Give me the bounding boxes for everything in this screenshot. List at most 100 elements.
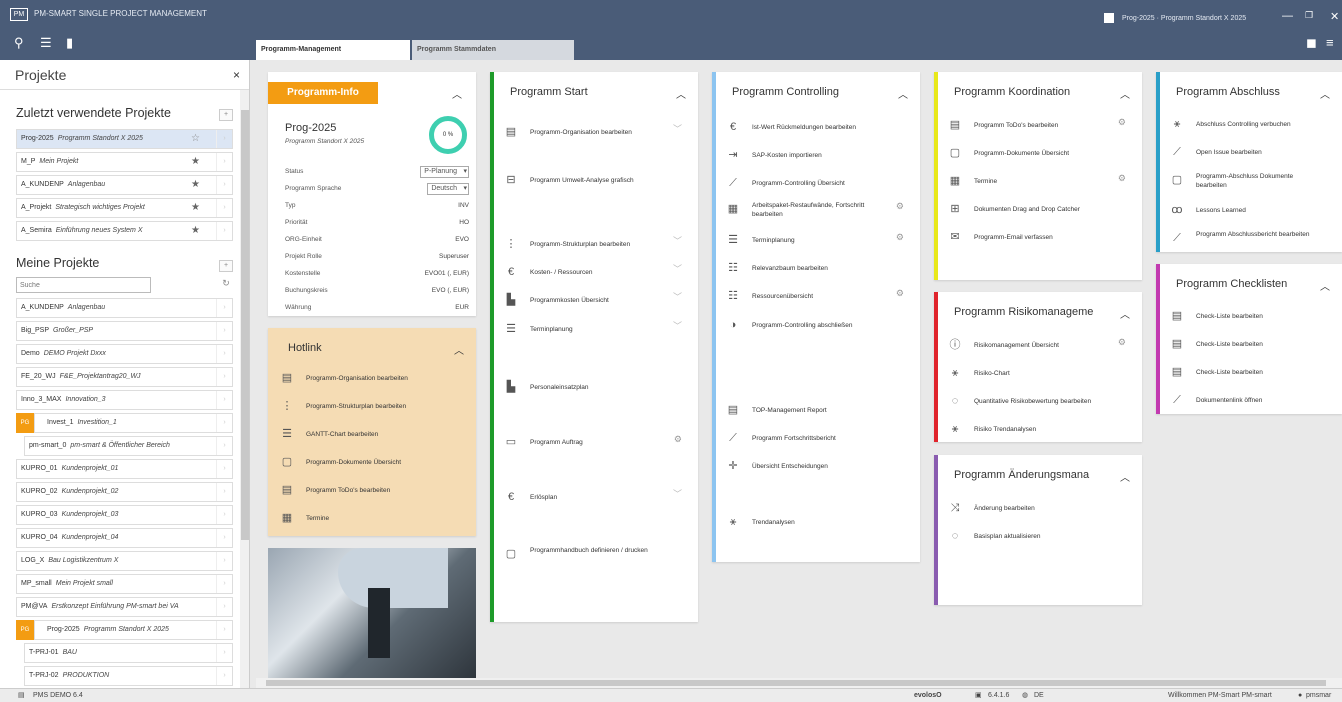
abschluss-item[interactable]: ⚹ Abschluss Controlling verbuchen [1170,114,1326,136]
chevron-right-icon[interactable]: › [216,391,232,409]
chevron-right-icon[interactable]: › [216,130,232,148]
settings-icon[interactable]: ⚙ [896,289,904,298]
my-project-row[interactable]: LOG_X Bau Logistikzentrum X › [16,551,233,571]
chevron-up-icon[interactable]: ︿ [676,86,686,101]
chevron-right-icon[interactable]: › [216,529,232,547]
chevron-down-icon[interactable]: ﹀ [673,293,682,302]
minimize-button[interactable]: — [1282,10,1293,22]
favorite-star-icon[interactable]: ☆ [191,130,200,148]
my-project-row[interactable]: Prog-2025 Programm Standort X 2025 › [34,620,233,640]
my-project-row[interactable]: FE_20_WJ F&E_Projektantrag20_WJ › [16,367,233,387]
language[interactable]: DE [1034,689,1044,702]
start-item[interactable]: € Erlösplan ﹀ [504,487,682,509]
chevron-right-icon[interactable]: › [216,552,232,570]
checklisten-item[interactable]: ⟋ Dokumentenlink öffnen [1170,390,1326,412]
controlling-item[interactable]: ☷ Ressourcenübersicht ⚙ [726,286,904,308]
my-project-row[interactable]: T-PRJ-02 PRODUKTION › [24,666,233,686]
start-item[interactable]: ⊟ Programm Umwelt-Analyse grafisch [504,170,682,192]
recent-project-row[interactable]: A_Semira Einführung neues System X ★ › [16,221,233,241]
chevron-up-icon[interactable]: ︿ [454,342,464,357]
my-project-row[interactable]: KUPRO_04 Kundenprojekt_04 › [16,528,233,548]
hotlink-item[interactable]: ☰ GANTT-Chart bearbeiten [280,424,466,446]
my-project-row[interactable]: Big_PSP Großer_PSP › [16,321,233,341]
favorite-star-icon[interactable]: ★ [191,222,200,240]
risiko-item[interactable]: ⚹ Risiko Trendanalysen [948,419,1126,441]
settings-icon[interactable]: ⚙ [896,233,904,242]
risiko-item[interactable]: ⓘ Risikomanagement Übersicht ⚙ [948,335,1127,357]
chevron-up-icon[interactable]: ︿ [1120,86,1130,101]
my-add-button[interactable]: + [219,260,233,272]
controlling-item[interactable]: ⟋ Programm Fortschrittsbericht [726,428,904,450]
risiko-item[interactable]: ⚹ Risiko-Chart [948,363,1126,385]
settings-icon[interactable]: ⚙ [1118,338,1126,347]
horizontal-scroll-thumb[interactable] [266,680,1326,686]
chevron-right-icon[interactable]: › [216,153,232,171]
favorite-star-icon[interactable]: ★ [191,199,200,217]
chevron-right-icon[interactable]: › [216,176,232,194]
chevron-up-icon[interactable]: ︿ [898,86,908,101]
chevron-right-icon[interactable]: › [216,199,232,217]
recent-project-row[interactable]: Prog-2025 Programm Standort X 2025 ☆ › [16,129,233,149]
hotlink-item[interactable]: ▤ Programm-Organisation bearbeiten [280,368,466,390]
list-view-icon[interactable]: ☰ [40,36,52,50]
chevron-right-icon[interactable]: › [216,621,232,639]
chevron-right-icon[interactable]: › [216,299,232,317]
koordination-item[interactable]: ▤ Programm ToDo's bearbeiten ⚙ [948,115,1126,137]
my-project-row[interactable]: A_KUNDENP Anlagenbau › [16,298,233,318]
chevron-right-icon[interactable]: › [216,667,232,685]
my-project-row[interactable]: T-PRJ-01 BAU › [24,643,233,663]
chevron-right-icon[interactable]: › [216,222,232,240]
controlling-item[interactable]: ✛ Übersicht Entscheidungen [726,456,904,478]
abschluss-item[interactable]: ⟋ Open Issue bearbeiten [1170,142,1326,164]
chevron-down-icon[interactable]: ﹀ [673,490,682,499]
tab-programm-stammdaten[interactable]: Programm Stammdaten [412,40,574,60]
start-item[interactable]: ▢ Programmhandbuch definieren / drucken [504,544,682,566]
hotlink-item[interactable]: ▦ Termine [280,508,466,530]
recent-project-row[interactable]: A_Projekt Strategisch wichtiges Projekt ★ › [16,198,233,218]
project-search-input[interactable] [16,277,151,293]
chevron-right-icon[interactable]: › [216,483,232,501]
koordination-item[interactable]: ▢ Programm-Dokumente Übersicht [948,143,1126,165]
chevron-down-icon[interactable]: ﹀ [673,322,682,331]
chevron-down-icon[interactable]: ﹀ [673,265,682,274]
abschluss-item[interactable]: ⟋ Programm Abschlussbericht bearbeiten [1170,228,1326,250]
refresh-icon[interactable]: ↻ [219,278,233,290]
chevron-down-icon[interactable]: ﹀ [673,125,682,134]
controlling-item[interactable]: ⚹ Trendanalysen [726,512,904,534]
status-select[interactable]: P-Planung [420,166,469,178]
chevron-right-icon[interactable]: › [216,368,232,386]
koordination-item[interactable]: ⊞ Dokumenten Drag and Drop Catcher [948,199,1126,221]
my-project-row[interactable]: Inno_3_MAX Innovation_3 › [16,390,233,410]
sidebar-close-icon[interactable]: × [233,68,240,82]
window-icon[interactable]: ◼ [1306,36,1317,50]
chevron-right-icon[interactable]: › [216,345,232,363]
start-item[interactable]: ▤ Programm-Organisation bearbeiten ﹀ [504,122,682,144]
settings-icon[interactable]: ⚙ [896,202,904,211]
risiko-item[interactable]: ◌ Quantitative Risikobewertung bearbeiten [948,391,1126,413]
chevron-up-icon[interactable]: ︿ [1320,86,1330,101]
checklisten-item[interactable]: ▤ Check-Liste bearbeiten [1170,362,1326,384]
start-item[interactable]: ⋮ Programm-Strukturplan bearbeiten ﹀ [504,234,683,256]
start-item[interactable]: € Kosten- / Ressourcen ﹀ [504,262,682,284]
controlling-item[interactable]: ▤ TOP-Management Report [726,400,904,422]
my-project-row[interactable]: KUPRO_03 Kundenprojekt_03 › [16,505,233,525]
start-item[interactable]: ▙ Programmkosten Übersicht ﹀ [504,290,682,312]
favorite-star-icon[interactable]: ★ [191,176,200,194]
chevron-up-icon[interactable]: ︿ [1320,278,1330,293]
aenderung-item[interactable]: ⤨ Änderung bearbeiten [948,498,1126,520]
start-item[interactable]: ▭ Programm Auftrag ⚙ [504,432,682,454]
my-project-row[interactable]: KUPRO_02 Kundenprojekt_02 › [16,482,233,502]
abschluss-item[interactable]: ▢ Programm-Abschluss Dokumente bearbeiten [1170,170,1326,192]
favorite-star-icon[interactable]: ★ [191,153,200,171]
book-icon[interactable]: ▮ [66,36,73,50]
chevron-up-icon[interactable]: ︿ [1120,469,1130,484]
koordination-item[interactable]: ▦ Termine ⚙ [948,171,1126,193]
controlling-item[interactable]: ◑ Programm-Controlling abschließen [726,315,904,337]
chevron-right-icon[interactable]: › [216,506,232,524]
checklisten-item[interactable]: ▤ Check-Liste bearbeiten [1170,306,1326,328]
abschluss-item[interactable]: ꝏ Lessons Learned [1170,200,1326,222]
sidebar-scroll-thumb[interactable] [241,110,249,540]
globe-icon[interactable]: ◍ [1022,689,1028,702]
chevron-up-icon[interactable]: ︿ [1120,306,1130,321]
controlling-item[interactable]: ⟋ Programm-Controlling Übersicht [726,173,904,195]
